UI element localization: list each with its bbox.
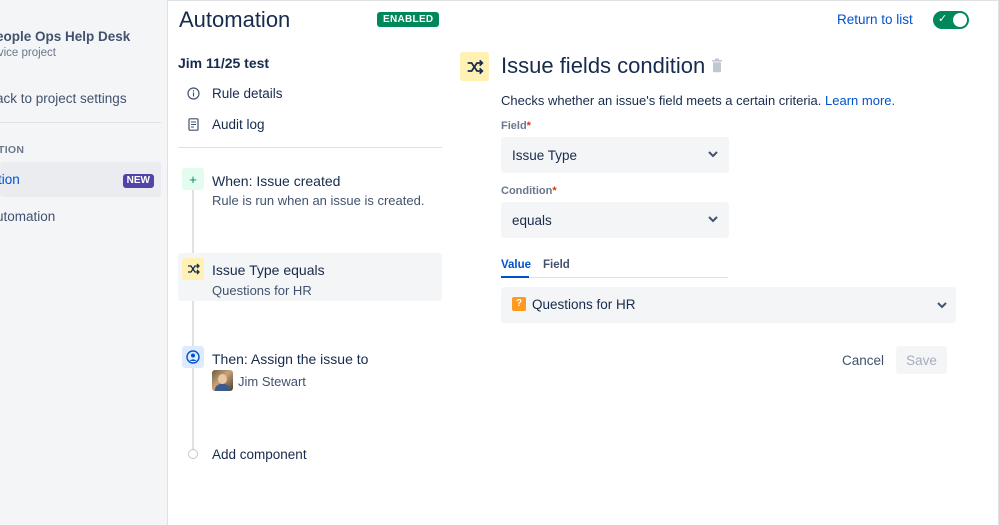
audit-log-link[interactable]: Audit log	[186, 117, 265, 132]
toggle-knob	[953, 13, 967, 27]
user-icon	[182, 346, 204, 368]
condition-step-title: Issue Type equals	[212, 262, 325, 278]
rule-details-label: Rule details	[212, 86, 283, 101]
save-button[interactable]: Save	[896, 346, 947, 374]
question-icon: ?	[512, 297, 526, 311]
project-sidebar: eople Ops Help Desk rvice project ack to…	[0, 0, 168, 525]
cancel-button[interactable]: Cancel	[836, 346, 890, 374]
trigger-step-subtitle: Rule is run when an issue is created.	[212, 193, 425, 208]
required-mark: *	[552, 185, 557, 197]
value-select[interactable]: ? Questions for HR	[501, 287, 956, 323]
info-icon	[186, 87, 200, 101]
panel-description: Checks whether an issue's field meets a …	[501, 93, 895, 108]
chevron-down-icon	[936, 298, 948, 316]
shuffle-icon	[182, 258, 204, 280]
avatar	[212, 370, 233, 391]
required-mark: *	[526, 120, 531, 132]
rule-enabled-toggle[interactable]: ✓	[933, 11, 969, 29]
add-component-link[interactable]: Add component	[212, 447, 307, 462]
list-divider	[178, 147, 442, 148]
timeline-line	[192, 190, 194, 452]
trash-icon[interactable]	[711, 58, 723, 78]
learn-more-link[interactable]: Learn more.	[825, 93, 895, 108]
add-component-dot-icon	[188, 449, 198, 459]
field-select-value: Issue Type	[512, 148, 578, 163]
new-badge: NEW	[122, 174, 154, 188]
panel-description-text: Checks whether an issue's field meets a …	[501, 93, 822, 108]
panel-title: Issue fields condition	[501, 53, 706, 78]
assignee-name: Jim Stewart	[238, 374, 306, 389]
condition-label: Condition*	[501, 185, 557, 197]
tab-field[interactable]: Field	[543, 259, 570, 271]
document-icon	[186, 118, 200, 132]
audit-log-label: Audit log	[212, 117, 265, 132]
field-select[interactable]: Issue Type	[501, 137, 729, 173]
check-icon: ✓	[938, 13, 948, 25]
condition-select-value: equals	[512, 213, 552, 228]
sidebar-section-label: TION	[0, 144, 25, 156]
value-select-text: Questions for HR	[532, 297, 636, 312]
top-border	[168, 0, 999, 1]
field-label: Field*	[501, 120, 531, 132]
condition-step-subtitle: Questions for HR	[212, 283, 312, 298]
chevron-down-icon	[707, 213, 719, 228]
tab-active-indicator	[501, 276, 529, 278]
sidebar-divider	[0, 122, 161, 123]
field-label-text: Field	[501, 120, 527, 132]
chevron-down-icon	[707, 148, 719, 163]
action-step-title[interactable]: Then: Assign the issue to	[212, 351, 368, 367]
rule-name: Jim 11/25 test	[178, 55, 270, 71]
page-title: Automation	[179, 7, 291, 32]
avatar-body	[215, 384, 230, 391]
project-type: rvice project	[0, 47, 56, 59]
rule-details-link[interactable]: Rule details	[186, 86, 283, 101]
condition-select[interactable]: equals	[501, 202, 729, 238]
trigger-step-title[interactable]: When: Issue created	[212, 173, 340, 189]
plus-icon: +	[182, 168, 204, 190]
back-to-project-settings-link[interactable]: ack to project settings	[0, 91, 127, 106]
tab-line	[501, 277, 728, 278]
sidebar-item-active-label: tion	[0, 172, 20, 187]
avatar-face	[218, 374, 227, 384]
return-to-list-link[interactable]: Return to list	[837, 12, 913, 27]
project-name[interactable]: eople Ops Help Desk	[0, 29, 130, 44]
sidebar-item-automation[interactable]: utomation	[0, 209, 55, 224]
sidebar-item-active[interactable]: tion NEW	[0, 162, 161, 197]
status-badge: ENABLED	[377, 12, 440, 27]
condition-label-text: Condition	[501, 185, 553, 197]
tab-value[interactable]: Value	[501, 259, 531, 271]
shuffle-icon	[460, 52, 489, 81]
